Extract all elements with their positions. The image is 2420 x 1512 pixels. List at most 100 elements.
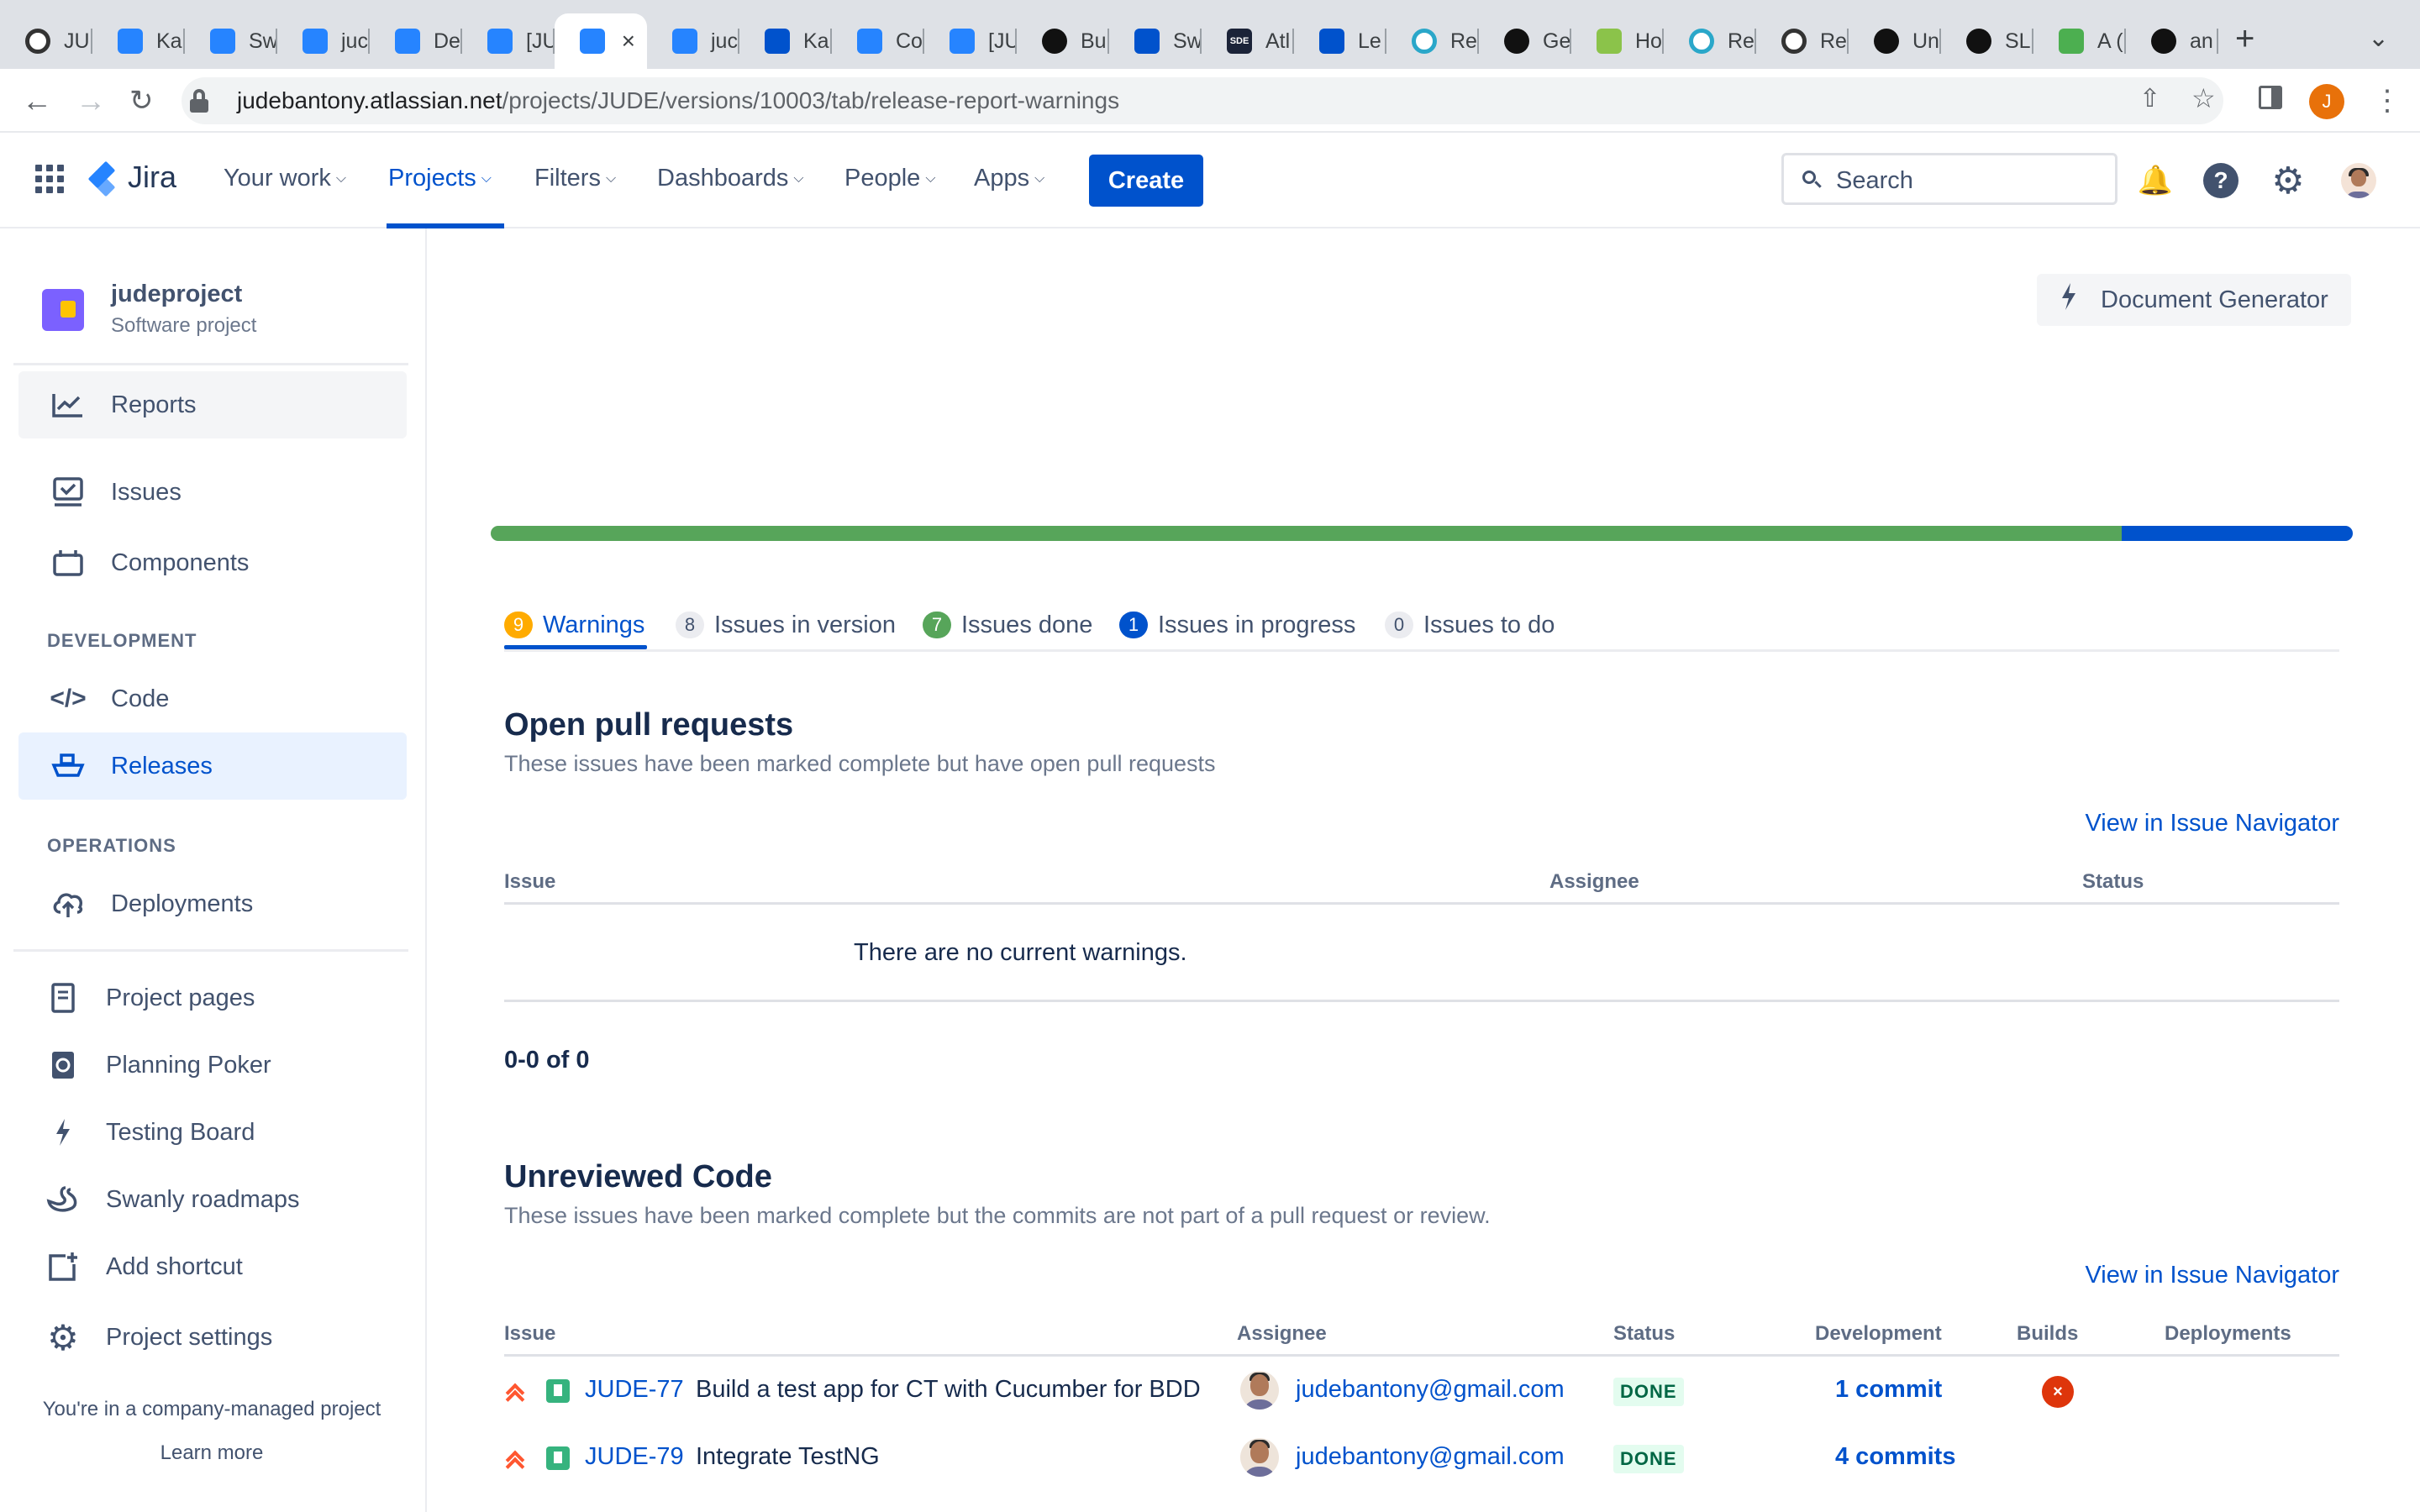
new-tab-button[interactable]: + xyxy=(2235,20,2254,58)
nav-your-work[interactable]: Your work ⌵ xyxy=(224,165,346,192)
issue-summary[interactable]: Build a test app for CT with Cucumber fo… xyxy=(696,1376,1201,1404)
browser-tab[interactable]: × xyxy=(555,13,647,69)
share-icon[interactable]: ⇧ xyxy=(2139,84,2160,113)
tab-issues-in-progress[interactable]: 1 Issues in progress xyxy=(1119,606,1355,643)
browser-tab[interactable]: Sw xyxy=(1109,13,1202,69)
tab-issues-done[interactable]: 7 Issues done xyxy=(923,606,1092,643)
issue-summary[interactable]: Integrate TestNG xyxy=(696,1443,880,1471)
forward-icon[interactable]: → xyxy=(76,84,106,118)
browser-menu-icon[interactable]: ⋮ xyxy=(2373,84,2402,118)
create-button[interactable]: Create xyxy=(1089,155,1203,207)
browser-tab[interactable]: Le xyxy=(1294,13,1386,69)
browser-tab[interactable]: Re xyxy=(1756,13,1849,69)
sidebar-item-code[interactable]: </> Code xyxy=(18,665,407,732)
browser-tab[interactable]: [JU xyxy=(462,13,555,69)
project-avatar[interactable] xyxy=(42,289,84,331)
sidebar-item-project-settings[interactable]: ⚙ Project settings xyxy=(18,1304,407,1371)
user-avatar[interactable] xyxy=(2341,163,2376,198)
status-badge: DONE xyxy=(1613,1378,1684,1406)
side-panel-icon[interactable] xyxy=(2259,86,2282,109)
project-name[interactable]: judeproject xyxy=(111,281,242,308)
jira-logo[interactable]: Jira xyxy=(87,160,176,197)
app-switcher-icon[interactable] xyxy=(35,165,64,193)
sidebar-item-add-shortcut[interactable]: Add shortcut xyxy=(18,1233,407,1300)
browser-tab[interactable]: Ge xyxy=(1479,13,1571,69)
column-header-issue[interactable]: Issue xyxy=(504,870,555,894)
column-header-issue[interactable]: Issue xyxy=(504,1322,555,1346)
sidebar-item-reports[interactable]: Reports xyxy=(18,371,407,438)
browser-tab[interactable]: juc xyxy=(277,13,370,69)
view-in-issue-navigator-link[interactable]: View in Issue Navigator xyxy=(2085,1262,2339,1289)
reload-icon[interactable]: ↻ xyxy=(129,84,154,118)
column-header-assignee[interactable]: Assignee xyxy=(1549,870,1639,894)
browser-tab[interactable]: Ho xyxy=(1571,13,1664,69)
browser-profile-avatar[interactable]: J xyxy=(2309,84,2344,119)
assignee-link[interactable]: judebantony@gmail.com xyxy=(1296,1376,1565,1404)
search-field[interactable]: Search xyxy=(1781,153,2118,205)
browser-tab[interactable]: Bu xyxy=(1017,13,1109,69)
browser-tab[interactable]: Re xyxy=(1664,13,1756,69)
browser-tab[interactable]: [JU xyxy=(924,13,1017,69)
search-input[interactable]: Search xyxy=(1836,167,1913,195)
build-failed-icon[interactable]: × xyxy=(2042,1376,2074,1408)
add-shortcut-icon xyxy=(45,1249,81,1284)
learn-more-link[interactable]: Learn more xyxy=(0,1441,424,1465)
browser-tab[interactable]: SL xyxy=(1941,13,2033,69)
sidebar-item-planning-poker[interactable]: Planning Poker xyxy=(18,1032,407,1099)
view-in-issue-navigator-link[interactable]: View in Issue Navigator xyxy=(2085,810,2339,837)
document-generator-button[interactable]: Document Generator xyxy=(2037,274,2351,326)
tab-favicon-icon xyxy=(1966,29,1991,54)
tab-title: Re xyxy=(1450,29,1477,53)
nav-apps[interactable]: Apps ⌵ xyxy=(974,165,1044,192)
browser-tab[interactable]: A ( xyxy=(2033,13,2126,69)
tab-warnings[interactable]: 9 Warnings xyxy=(504,606,644,643)
settings-gear-icon[interactable]: ⚙ xyxy=(2270,160,2306,202)
close-tab-icon[interactable]: × xyxy=(622,28,635,55)
sidebar-item-testing-board[interactable]: Testing Board xyxy=(18,1099,407,1166)
tab-issues-in-version[interactable]: 8 Issues in version xyxy=(676,606,896,643)
issue-key-link[interactable]: JUDE-77 xyxy=(585,1376,684,1404)
browser-tab[interactable]: De xyxy=(370,13,462,69)
address-bar[interactable]: judebantony.atlassian.net/projects/JUDE/… xyxy=(182,77,2223,124)
column-header-assignee[interactable]: Assignee xyxy=(1237,1322,1327,1346)
column-header-deployments[interactable]: Deployments xyxy=(2165,1322,2291,1346)
notifications-icon[interactable]: 🔔 xyxy=(2138,163,2173,198)
issue-key-link[interactable]: JUDE-79 xyxy=(585,1443,684,1471)
lock-icon[interactable] xyxy=(190,89,208,113)
development-commits-link[interactable]: 4 commits xyxy=(1835,1443,1955,1471)
sidebar-item-issues[interactable]: Issues xyxy=(18,459,407,526)
browser-tab[interactable]: juc xyxy=(647,13,739,69)
nav-projects[interactable]: Projects ⌵ xyxy=(388,165,492,192)
nav-people[interactable]: People ⌵ xyxy=(844,165,935,192)
development-commits-link[interactable]: 1 commit xyxy=(1835,1376,1942,1404)
browser-tab[interactable]: Co xyxy=(832,13,924,69)
sidebar-item-releases[interactable]: Releases xyxy=(18,732,407,800)
sidebar-item-swanly-roadmaps[interactable]: Swanly roadmaps xyxy=(18,1166,407,1233)
browser-tab[interactable]: Ka xyxy=(92,13,185,69)
assignee-link[interactable]: judebantony@gmail.com xyxy=(1296,1443,1565,1471)
url-text[interactable]: judebantony.atlassian.net/projects/JUDE/… xyxy=(237,87,1119,114)
sidebar-item-project-pages[interactable]: Project pages xyxy=(18,964,407,1032)
tab-issues-to-do[interactable]: 0 Issues to do xyxy=(1385,606,1555,643)
browser-tab[interactable]: Re xyxy=(1386,13,1479,69)
column-header-status[interactable]: Status xyxy=(2082,870,2144,894)
help-icon[interactable]: ? xyxy=(2203,163,2238,198)
nav-filters[interactable]: Filters ⌵ xyxy=(534,165,616,192)
table-row[interactable]: JUDE-79 Integrate TestNG judebantony@gma… xyxy=(504,1428,2339,1495)
browser-tab[interactable]: Un xyxy=(1849,13,1941,69)
column-header-development[interactable]: Development xyxy=(1815,1322,1942,1346)
browser-tab[interactable]: Ka xyxy=(739,13,832,69)
browser-tab[interactable]: Sw xyxy=(185,13,277,69)
nav-dashboards[interactable]: Dashboards ⌵ xyxy=(657,165,804,192)
browser-tab[interactable]: an xyxy=(2126,13,2218,69)
table-row[interactable]: JUDE-77 Build a test app for CT with Cuc… xyxy=(504,1361,2339,1428)
sidebar-item-deployments[interactable]: Deployments xyxy=(18,870,407,937)
sidebar-item-components[interactable]: Components xyxy=(18,529,407,596)
tab-search-button[interactable]: ⌄ xyxy=(2368,24,2389,53)
column-header-builds[interactable]: Builds xyxy=(2017,1322,2078,1346)
back-icon[interactable]: ← xyxy=(22,84,52,118)
browser-tab[interactable]: SDE Atl xyxy=(1202,13,1294,69)
bookmark-star-icon[interactable]: ☆ xyxy=(2191,82,2216,114)
browser-tab[interactable]: JU xyxy=(0,13,92,69)
column-header-status[interactable]: Status xyxy=(1613,1322,1675,1346)
